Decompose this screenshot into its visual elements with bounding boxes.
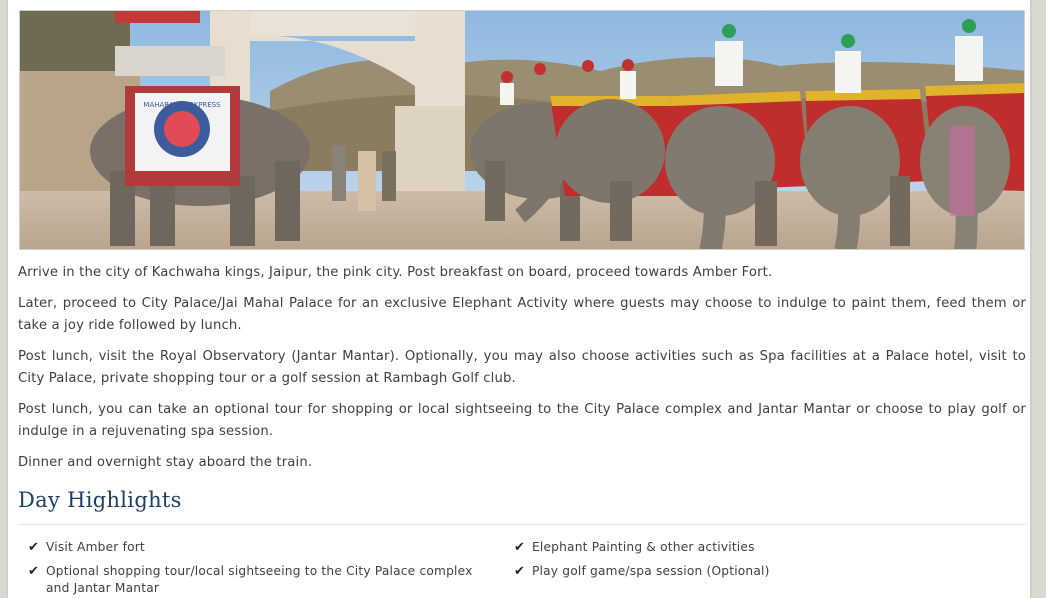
highlight-item: ✔ Optional shopping tour/local sightseei…: [28, 563, 478, 597]
highlight-item: ✔ Play golf game/spa session (Optional): [514, 563, 994, 580]
highlight-label: Elephant Painting & other activities: [532, 540, 755, 554]
check-icon: ✔: [514, 540, 526, 555]
highlight-item: ✔ Elephant Painting & other activities: [514, 539, 994, 556]
highlight-item: ✔ Visit Amber fort: [28, 539, 478, 556]
highlight-label: Optional shopping tour/local sightseeing…: [46, 564, 473, 595]
banner-text: MAHARAJAS' EXPRESS: [143, 101, 221, 109]
itinerary-paragraph: Arrive in the city of Kachwaha kings, Ja…: [18, 265, 773, 280]
itinerary-paragraph: Post lunch, you can take an optional tou…: [18, 402, 1026, 439]
highlight-label: Play golf game/spa session (Optional): [532, 564, 770, 578]
check-icon: ✔: [28, 540, 40, 555]
day-highlights-heading: Day Highlights: [18, 488, 182, 512]
content-panel: MAHARAJAS' EXPRESS Arrive in the city of…: [6, 0, 1032, 598]
elephant-photo: MAHARAJAS' EXPRESS: [19, 10, 1025, 250]
elephant-scene-illustration: MAHARAJAS' EXPRESS: [20, 11, 1024, 249]
itinerary-paragraph: Dinner and overnight stay aboard the tra…: [18, 455, 313, 470]
check-icon: ✔: [28, 564, 40, 579]
check-icon: ✔: [514, 564, 526, 579]
divider: [18, 524, 1026, 525]
itinerary-paragraph: Later, proceed to City Palace/Jai Mahal …: [18, 296, 1026, 333]
highlight-label: Visit Amber fort: [46, 540, 145, 554]
itinerary-paragraph: Post lunch, visit the Royal Observatory …: [18, 349, 1026, 386]
